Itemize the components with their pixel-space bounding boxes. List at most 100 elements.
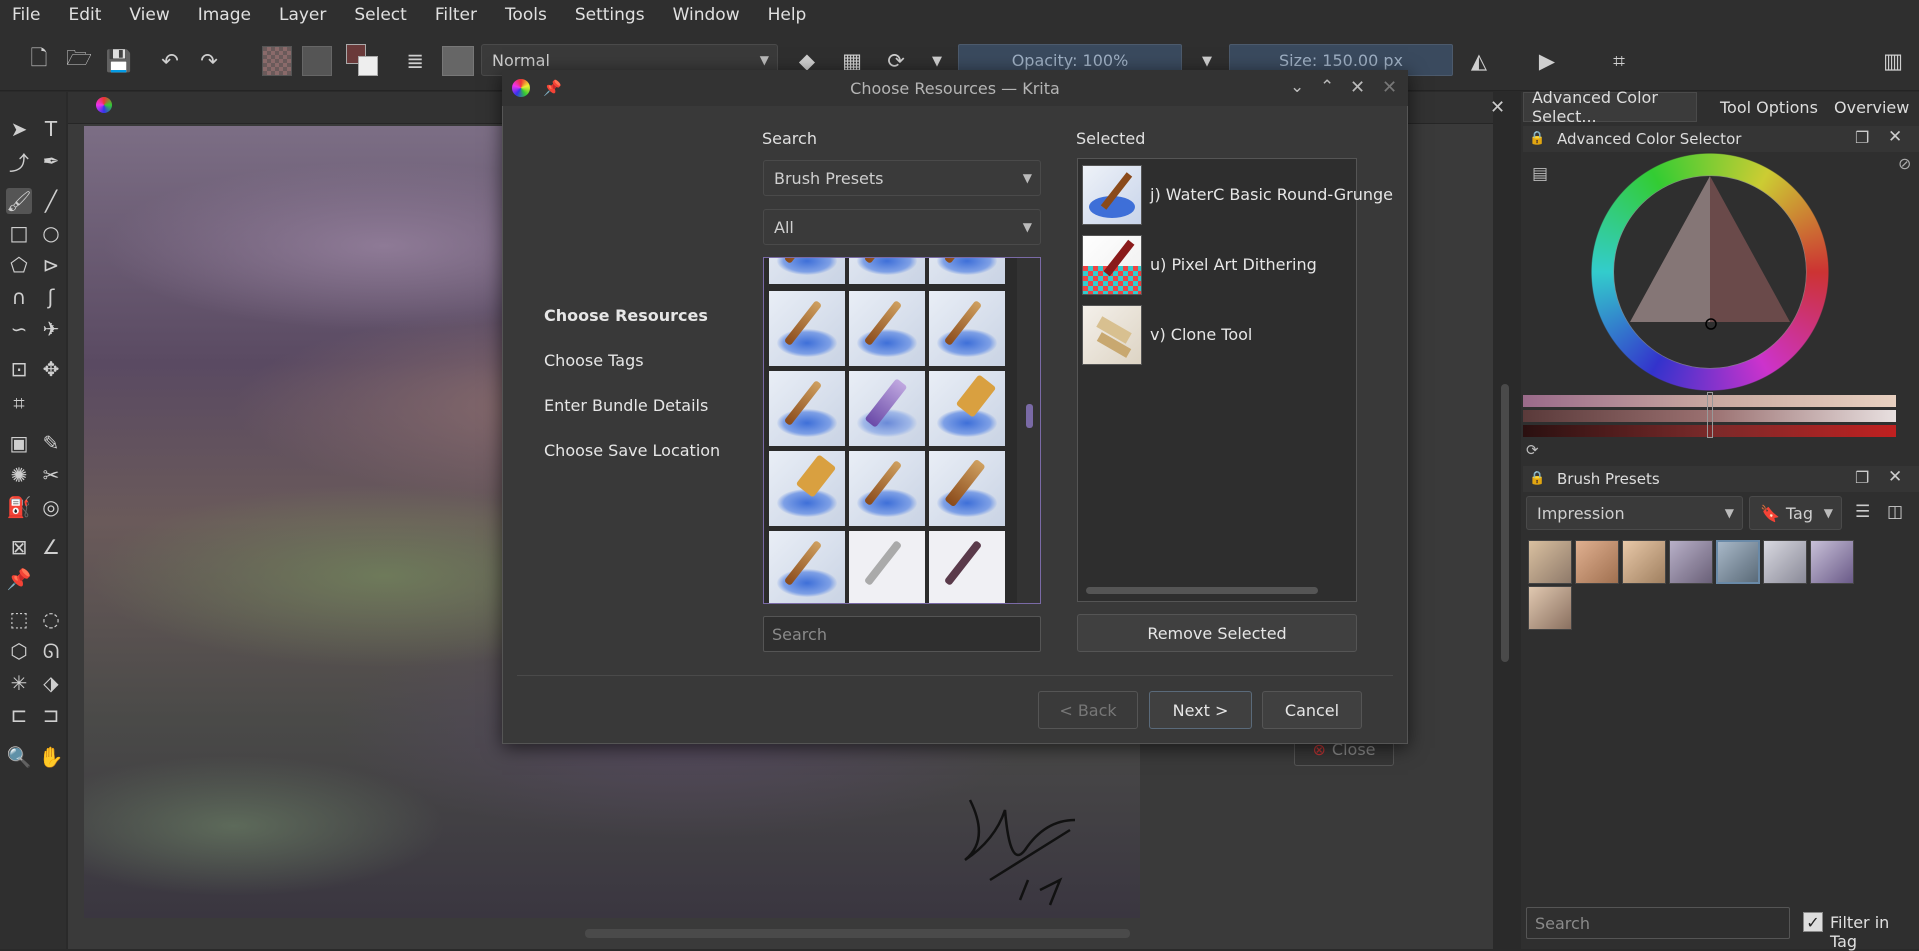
dynamic-brush-icon[interactable]: ∽ [6, 316, 32, 342]
resource-search-input[interactable]: Search [763, 616, 1041, 652]
nav-choose-save-location[interactable]: Choose Save Location [544, 441, 720, 460]
slider-handle[interactable] [1707, 392, 1713, 438]
color-picker-icon[interactable]: ✎ [38, 430, 64, 456]
menu-layer[interactable]: Layer [279, 5, 326, 25]
dock-toggle-icon[interactable]: ▥ [1880, 48, 1906, 74]
close-icon[interactable]: ✕ [1382, 77, 1397, 98]
resource-thumb[interactable] [848, 258, 926, 285]
menu-image[interactable]: Image [198, 5, 251, 25]
selected-item-name[interactable]: v) Clone Tool [1150, 325, 1252, 344]
lock-icon[interactable]: 🔒 [1529, 131, 1545, 146]
preset-item[interactable] [1810, 540, 1854, 584]
lock-icon[interactable]: 🔒 [1529, 471, 1545, 486]
menu-icon[interactable]: ☰ [1855, 502, 1870, 522]
back-button[interactable]: < Back [1038, 691, 1138, 729]
selected-list-scrollbar[interactable] [1086, 587, 1318, 594]
close-icon[interactable]: ✕ [1888, 467, 1902, 487]
move-tool-icon[interactable]: ✥ [38, 356, 64, 382]
pin-icon[interactable]: 📌 [543, 79, 562, 97]
menu-file[interactable]: File [12, 5, 40, 25]
tab-advanced-color-selector[interactable]: Advanced Color Select... [1523, 88, 1697, 126]
menu-filter[interactable]: Filter [435, 5, 477, 25]
close-icon[interactable]: ✕ [1888, 127, 1902, 147]
preset-item[interactable] [1669, 540, 1713, 584]
resource-thumb[interactable] [768, 290, 846, 367]
float-panel-icon[interactable]: ❐ [1855, 128, 1869, 147]
zoom-tool-icon[interactable]: 🔍 [6, 744, 32, 770]
preset-item-selected[interactable] [1716, 540, 1760, 584]
mirror-horizontal-icon[interactable]: ◭ [1466, 48, 1492, 74]
transform-tool-icon[interactable]: ⊡ [6, 356, 32, 382]
ellipse-select-icon[interactable]: ◌ [38, 606, 64, 632]
crop-tool-icon[interactable]: ⌗ [6, 390, 32, 416]
menu-settings[interactable]: Settings [575, 5, 645, 25]
no-color-icon[interactable]: ⊘ [1898, 154, 1911, 173]
polygon-select-icon[interactable]: ⬡ [6, 638, 32, 664]
pattern-swatch-icon[interactable] [302, 46, 332, 76]
grid-scrollbar-track[interactable] [1017, 258, 1040, 603]
minimize-icon[interactable]: ⌄ [1290, 77, 1304, 97]
menu-edit[interactable]: Edit [68, 5, 101, 25]
selected-item-name[interactable]: j) WaterC Basic Round-Grunge [1150, 185, 1393, 204]
tag-button[interactable]: 🔖 Tag ▼ [1749, 496, 1842, 530]
polyline-tool-icon[interactable]: ⊳ [38, 252, 64, 278]
resource-thumb[interactable] [848, 370, 926, 447]
cancel-button[interactable]: Cancel [1262, 691, 1362, 729]
remove-selected-button[interactable]: Remove Selected [1077, 614, 1357, 652]
nav-enter-bundle-details[interactable]: Enter Bundle Details [544, 396, 708, 415]
reference-tool-icon[interactable]: 📌 [6, 566, 32, 592]
open-folder-icon[interactable]: 🗁 [66, 46, 92, 74]
bezier-tool-icon[interactable]: ∩ [6, 284, 32, 310]
text-tool-icon[interactable]: T [38, 116, 64, 142]
enclose-fill-icon[interactable]: ◎ [38, 494, 64, 520]
line-tool-icon[interactable]: ╱ [38, 188, 64, 214]
rectangle-tool-icon[interactable]: □ [6, 220, 32, 246]
gradient-swatch-icon[interactable] [262, 46, 292, 76]
crop-icon[interactable]: ⌗ [1606, 48, 1632, 74]
resource-thumb[interactable] [928, 450, 1006, 527]
menu-help[interactable]: Help [768, 5, 807, 25]
menu-view[interactable]: View [129, 5, 169, 25]
multibrush-icon[interactable]: ✈ [38, 316, 64, 342]
selected-item-name[interactable]: u) Pixel Art Dithering [1150, 255, 1317, 274]
freehand-path-icon[interactable]: ʃ [38, 284, 64, 310]
contiguous-select-icon[interactable]: ✳ [6, 670, 32, 696]
preset-tag-select[interactable]: Impression ▼ [1526, 496, 1743, 530]
assistant-tool-icon[interactable]: ✂ [38, 462, 64, 488]
resource-thumb[interactable] [848, 290, 926, 367]
preset-item[interactable] [1528, 540, 1572, 584]
tab-tool-options[interactable]: Tool Options [1712, 92, 1826, 122]
mirror-vertical-icon[interactable]: ▶ [1534, 48, 1560, 74]
grid-scrollbar-handle[interactable] [1026, 404, 1033, 428]
close-icon[interactable]: ✕ [1350, 77, 1365, 98]
measure-tool-icon[interactable]: ∠ [38, 534, 64, 560]
redo-icon[interactable]: ↷ [196, 48, 222, 74]
maximize-icon[interactable]: ⌃ [1320, 77, 1334, 97]
pan-tool-icon[interactable]: ✋ [38, 744, 64, 770]
magnetic-select-icon[interactable]: ⊐ [38, 702, 64, 728]
vertical-scrollbar[interactable] [1501, 384, 1509, 662]
horizontal-scrollbar[interactable] [585, 929, 1130, 938]
filter-select[interactable]: All ▼ [763, 209, 1041, 245]
menu-select[interactable]: Select [354, 5, 406, 25]
close-icon[interactable]: ✕ [1490, 97, 1505, 118]
menu-tools[interactable]: Tools [505, 5, 547, 25]
edit-shape-icon[interactable]: ⤴ [6, 148, 32, 175]
menu-window[interactable]: Window [673, 5, 740, 25]
color-wheel[interactable] [1590, 152, 1830, 392]
resource-thumb[interactable] [848, 530, 926, 603]
bezier-select-icon[interactable]: ⊏ [6, 702, 32, 728]
calligraphy-icon[interactable]: ✒ [38, 148, 64, 174]
resource-thumb[interactable] [768, 370, 846, 447]
polygon-tool-icon[interactable]: ⬠ [6, 252, 32, 278]
select-shape-icon[interactable]: ➤ [6, 116, 32, 142]
assistant-icon[interactable]: ⊠ [6, 534, 32, 560]
similar-select-icon[interactable]: ⬗ [38, 670, 64, 696]
resource-grid[interactable] [763, 257, 1041, 604]
next-button[interactable]: Next > [1149, 691, 1252, 729]
resource-thumb[interactable] [768, 450, 846, 527]
resource-thumb[interactable] [928, 290, 1006, 367]
brush-preset-icon[interactable] [442, 46, 474, 76]
tab-overview[interactable]: Overview [1826, 92, 1917, 122]
preset-item[interactable] [1763, 540, 1807, 584]
